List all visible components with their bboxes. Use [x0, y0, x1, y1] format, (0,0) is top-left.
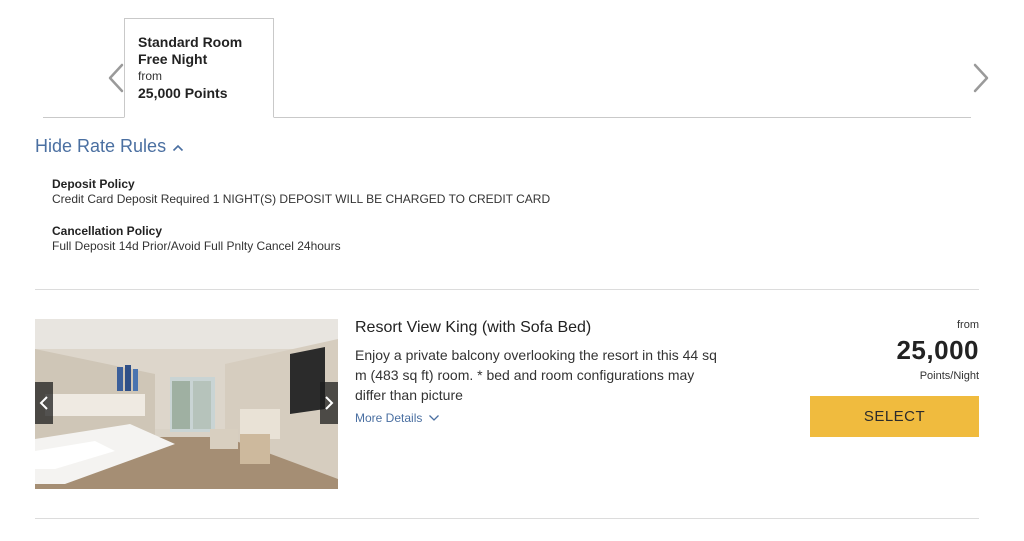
page: Standard Room Free Night from 25,000 Poi… — [0, 0, 1024, 541]
chevron-right-icon — [973, 63, 989, 93]
select-button[interactable]: SELECT — [810, 396, 979, 437]
price-from-label: from — [957, 319, 979, 331]
cancellation-policy: Cancellation Policy Full Deposit 14d Pri… — [52, 224, 341, 254]
deposit-policy: Deposit Policy Credit Card Deposit Requi… — [52, 177, 550, 207]
cancellation-policy-text: Full Deposit 14d Prior/Avoid Full Pnlty … — [52, 239, 341, 253]
hide-rate-rules-toggle[interactable]: Hide Rate Rules — [35, 136, 184, 157]
photo-next-button[interactable] — [320, 382, 338, 424]
chevron-left-icon — [108, 63, 124, 93]
tab-points: 25,000 Points — [138, 85, 228, 101]
tab-title-line1: Standard Room — [138, 34, 243, 50]
chevron-down-icon — [428, 411, 440, 425]
divider — [35, 518, 979, 519]
cancellation-policy-title: Cancellation Policy — [52, 224, 163, 238]
chevron-right-icon — [325, 396, 334, 410]
room-photo-illustration — [35, 319, 338, 489]
deposit-policy-text: Credit Card Deposit Required 1 NIGHT(S) … — [52, 192, 551, 206]
tab-title-line2: Free Night — [138, 51, 208, 67]
hide-rate-rules-label: Hide Rate Rules — [35, 136, 167, 156]
room-description: Enjoy a private balcony overlooking the … — [355, 347, 717, 403]
photo-prev-button[interactable] — [35, 382, 53, 424]
chevron-up-icon — [172, 136, 184, 157]
price-unit: Points/Night — [919, 370, 979, 382]
tabs-next-button[interactable] — [969, 60, 993, 96]
tab-standard-room-free-night[interactable]: Standard Room Free Night from 25,000 Poi… — [124, 18, 274, 118]
rate-tabs: Standard Room Free Night from 25,000 Poi… — [43, 18, 989, 118]
price-amount: 25,000 — [896, 335, 979, 365]
more-details-label: More Details — [355, 411, 423, 425]
more-details-link[interactable]: More Details — [355, 411, 440, 425]
divider — [35, 289, 979, 290]
chevron-left-icon — [39, 396, 48, 410]
room-name: Resort View King (with Sofa Bed) — [355, 319, 592, 336]
tab-from-label: from — [138, 69, 162, 83]
deposit-policy-title: Deposit Policy — [52, 177, 135, 191]
room-photo — [35, 319, 338, 489]
